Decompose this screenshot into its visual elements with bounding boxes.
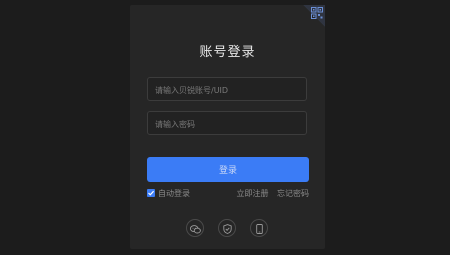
login-panel: 账号登录 登录 自动登录 立即注册 忘记密码	[130, 5, 325, 249]
account-input[interactable]	[148, 79, 306, 102]
forgot-password-link[interactable]: 忘记密码	[277, 189, 309, 198]
wechat-icon	[189, 219, 201, 238]
options-row: 自动登录 立即注册 忘记密码	[147, 188, 309, 200]
password-field-wrapper	[147, 111, 307, 136]
page-title: 账号登录	[199, 45, 256, 60]
security-login-button[interactable]	[218, 219, 236, 237]
auto-login-checkbox[interactable]	[147, 189, 155, 197]
account-field-wrapper	[147, 77, 307, 102]
password-input[interactable]	[148, 113, 306, 136]
qr-login-toggle[interactable]	[303, 5, 325, 27]
wechat-login-button[interactable]	[186, 219, 204, 237]
auto-login-label[interactable]: 自动登录	[158, 188, 190, 199]
mobile-login-button[interactable]	[250, 219, 268, 237]
links-group: 立即注册 忘记密码	[230, 188, 309, 199]
mobile-icon	[255, 219, 263, 238]
register-link[interactable]: 立即注册	[236, 189, 268, 198]
shield-icon	[222, 219, 232, 238]
login-button[interactable]: 登录	[147, 157, 309, 182]
social-login-row	[186, 219, 270, 239]
